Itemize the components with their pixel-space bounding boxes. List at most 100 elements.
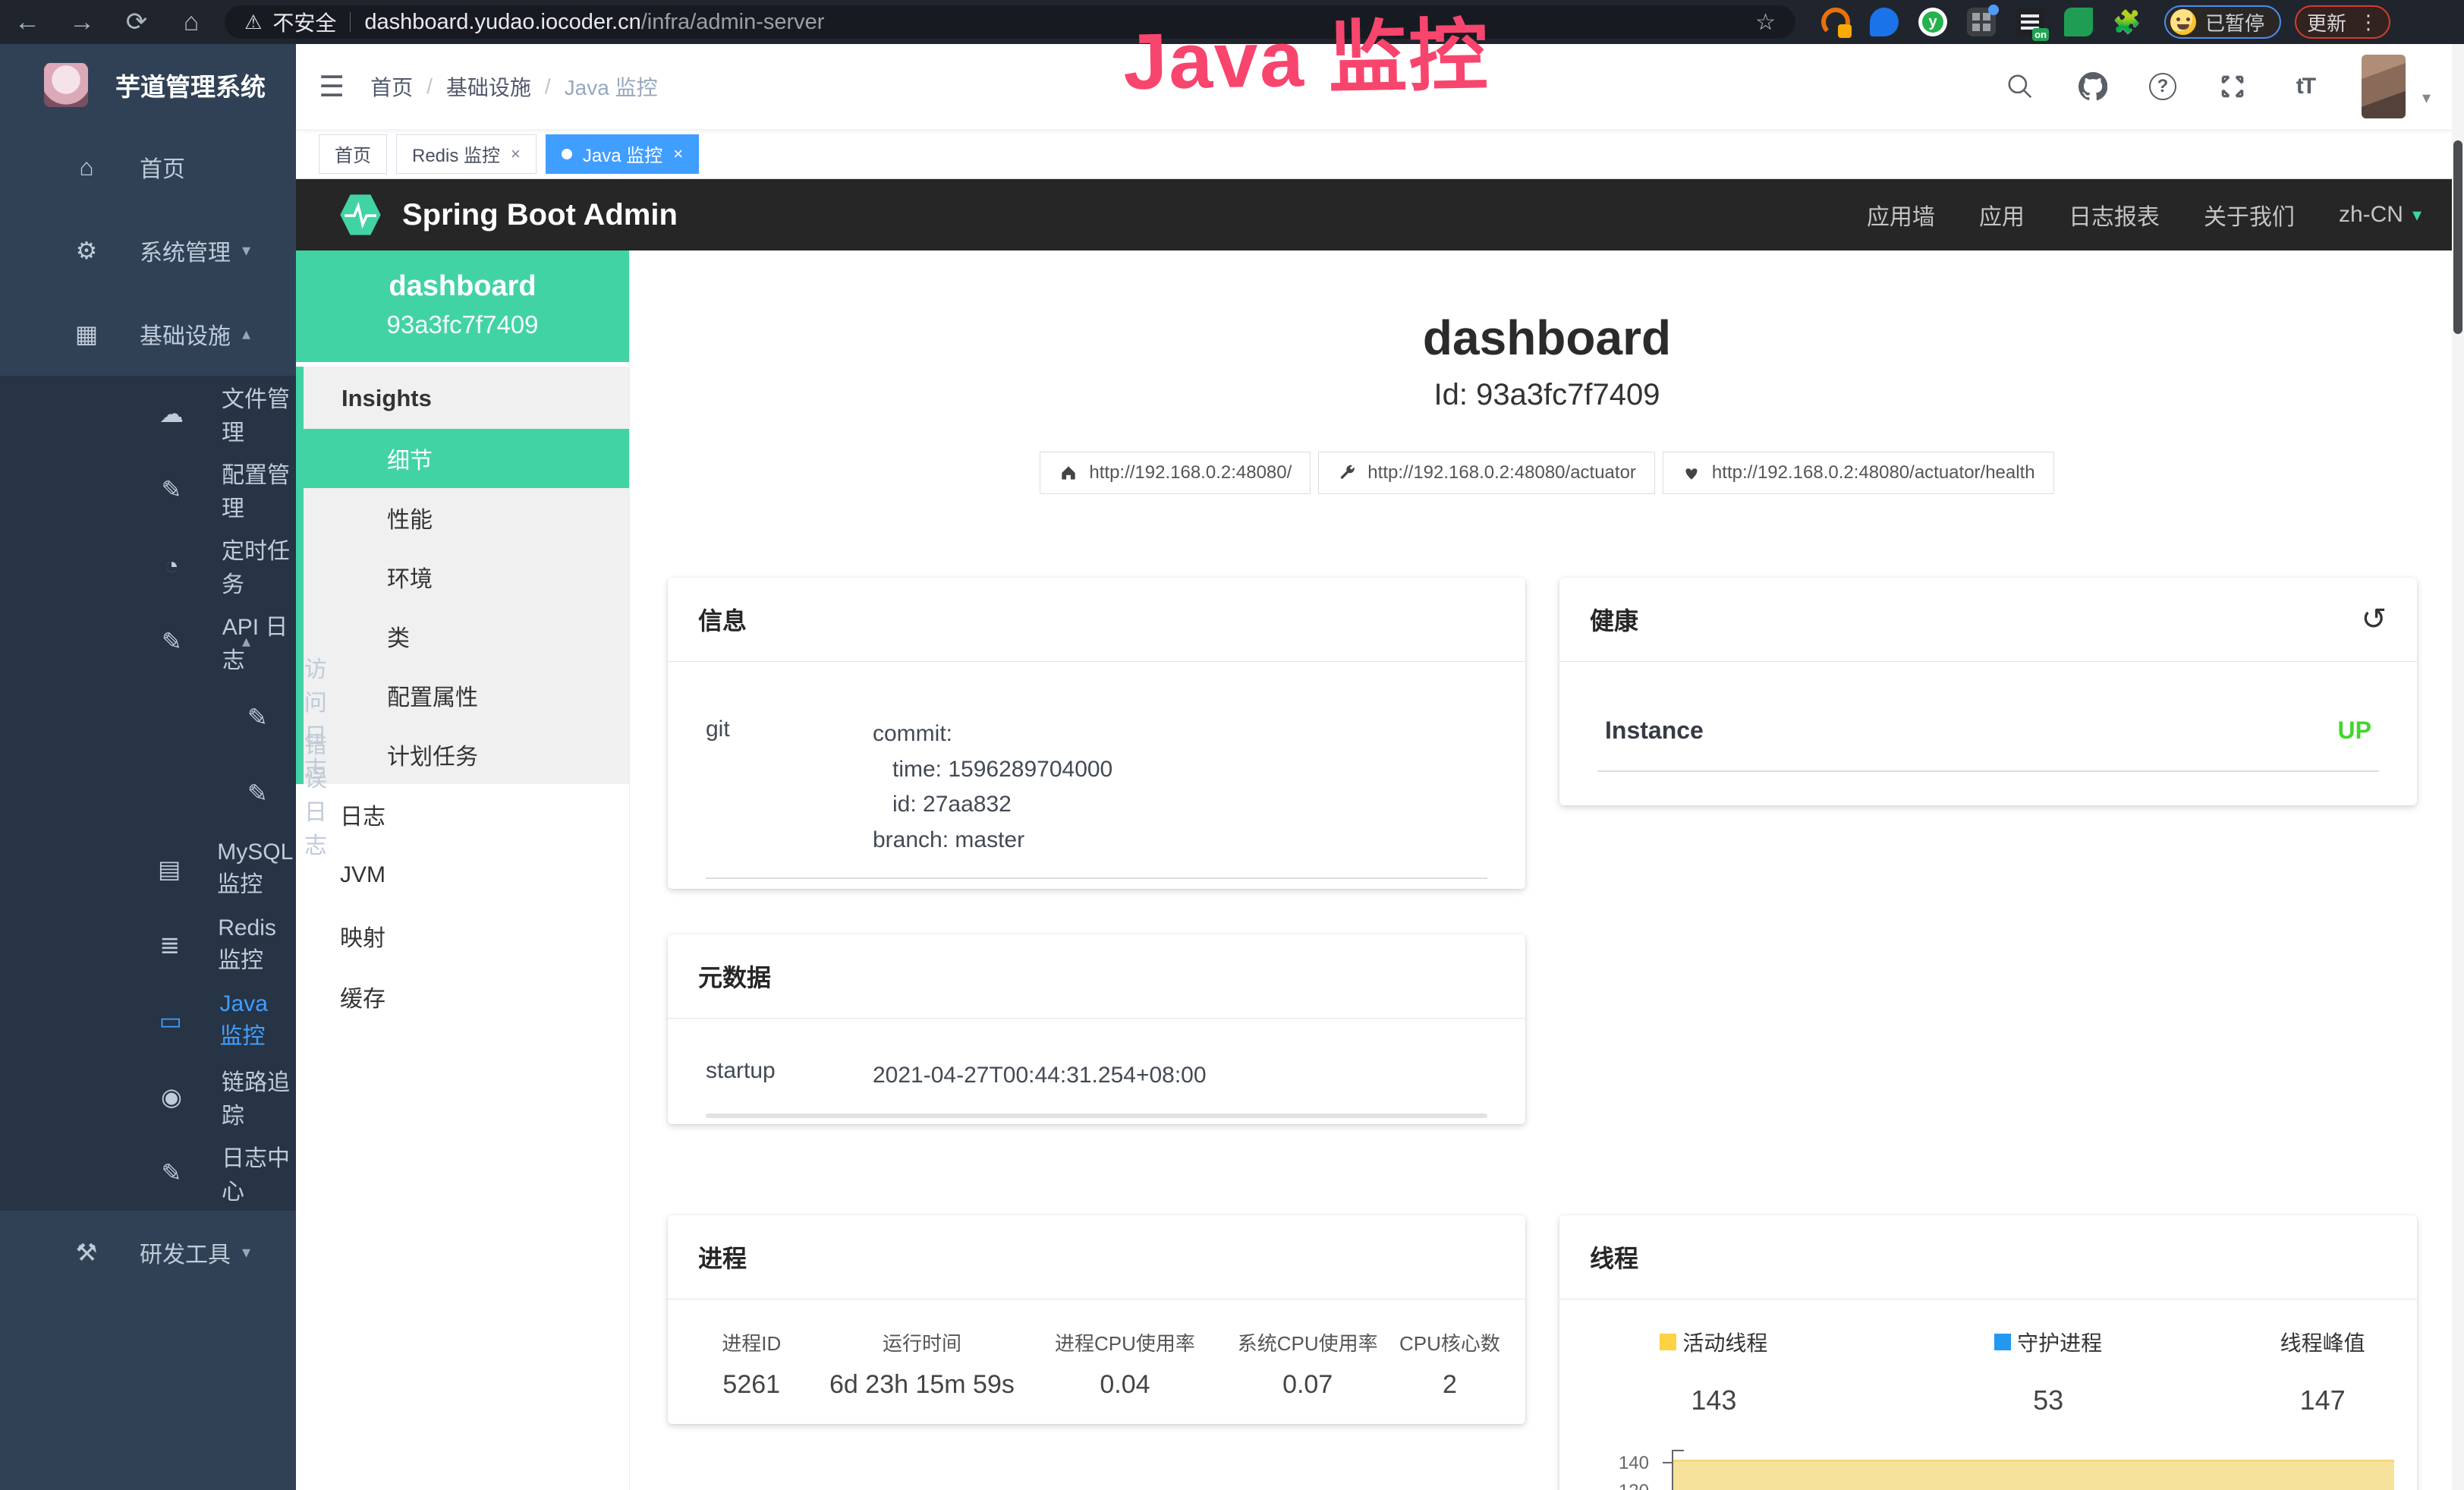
menu-item-environment[interactable]: 环境 [304,547,629,606]
github-icon[interactable] [2076,70,2110,103]
startup-value: 2021-04-27T00:44:31.254+08:00 [873,1058,1207,1094]
spring-boot-admin-logo [338,193,382,237]
sidebar-item-label: 链路追踪 [222,1063,296,1130]
app-title: 芋道管理系统 [115,67,266,103]
tag-redis-monitor[interactable]: Redis 监控 × [396,134,537,174]
extension-y-icon[interactable]: y [1918,8,1947,36]
dashboard-icon: ⌂ [70,153,103,181]
menu-item-caches[interactable]: 缓存 [296,966,629,1027]
extension-list-icon[interactable]: on [2016,8,2044,36]
sidebar-item-tracing[interactable]: ◉ 链路追踪 [0,1059,296,1135]
insights-group: Insights 细节 性能 环境 类 配置属性 计划任务 [296,367,629,784]
address-bar[interactable]: ⚠ 不安全 dashboard.yudao.iocoder.cn/infra/a… [225,5,1795,39]
browser-update-button[interactable]: 更新 ⋮ [2295,5,2390,39]
sidebar-item-scheduled-jobs[interactable]: ◔ 定时任务 [0,528,296,603]
cards-grid: 信息 git commit: time: 1596289704000 id: 2… [668,578,2417,1490]
not-secure-warning-icon: ⚠ [244,11,262,34]
blue-swatch [1994,1334,2011,1350]
menu-item-config-props[interactable]: 配置属性 [304,666,629,725]
sba-nav-journal[interactable]: 日志报表 [2069,198,2160,232]
extension-grid-icon[interactable] [1967,8,1996,36]
instance-header[interactable]: dashboard 93a3fc7f7409 [296,250,629,362]
sidebar-item-mysql-monitor[interactable]: ▤ MySQL 监控 [0,831,296,907]
sidebar-item-redis-monitor[interactable]: ≣ Redis 监控 [0,907,296,983]
extension-colorzilla-icon[interactable] [1821,8,1850,36]
health-url-button[interactable]: http://192.168.0.2:48080/actuator/health [1663,452,2054,494]
menu-item-logs[interactable]: 日志 [296,784,629,845]
sidebar-item-infrastructure[interactable]: ▦ 基础设施 ▴ [0,292,296,376]
sba-brand-title[interactable]: Spring Boot Admin [402,198,678,232]
extension-leaf-icon[interactable] [2064,8,2093,36]
eye-icon: ◉ [158,1082,185,1111]
sba-nav-applications[interactable]: 应用 [1979,198,2025,232]
extensions-puzzle-icon[interactable]: 🧩 [2113,8,2141,36]
fullscreen-icon[interactable] [2216,70,2249,103]
sidebar-item-api-logs[interactable]: ✎ API 日志 ▴ [0,603,296,679]
sidebar-item-label: 日志中心 [222,1139,296,1206]
sidebar-item-label: 定时任务 [222,532,296,599]
menu-item-classes[interactable]: 类 [304,606,629,666]
browser-home-button[interactable]: ⌂ [164,8,219,37]
sidebar-item-config-mgmt[interactable]: ✎ 配置管理 [0,452,296,528]
browser-reload-button[interactable]: ⟳ [109,7,164,37]
sidebar-item-file-mgmt[interactable]: ☁ 文件管理 [0,376,296,452]
browser-back-button[interactable]: ← [0,8,55,37]
close-icon[interactable]: × [511,144,521,164]
actuator-url-button[interactable]: http://192.168.0.2:48080/actuator [1318,452,1655,494]
close-icon[interactable]: × [673,144,683,164]
page-scrollbar[interactable] [2452,44,2464,1490]
bookmark-star-icon[interactable]: ☆ [1755,9,1776,36]
menu-item-jvm[interactable]: JVM [296,845,629,906]
startup-label: startup [706,1058,873,1094]
browser-forward-button[interactable]: → [55,8,109,37]
scrollbar-thumb[interactable] [2453,140,2462,334]
font-size-icon[interactable]: tT [2289,70,2322,103]
sidebar-item-java-monitor[interactable]: ▭ Java 监控 [0,983,296,1059]
status-badge: UP [2338,717,2371,745]
user-caret-icon[interactable]: ▾ [2422,88,2431,108]
tag-label: Java 监控 [583,140,662,167]
sidebar-item-dev-tools[interactable]: ⚒ 研发工具 ▾ [0,1211,296,1294]
sba-nav-wallboard[interactable]: 应用墙 [1867,198,1935,232]
sba-nav-about[interactable]: 关于我们 [2204,198,2295,232]
user-avatar[interactable] [2362,55,2406,118]
sidebar-item-log-center[interactable]: ✎ 日志中心 [0,1135,296,1211]
gear-icon: ⚙ [70,236,103,265]
app-logo-block[interactable]: 芋道管理系统 [0,44,296,125]
system-cpu-value: 0.07 [1218,1370,1396,1400]
chevron-down-icon: ▾ [242,1243,250,1262]
breadcrumb-infrastructure[interactable]: 基础设施 [446,71,531,102]
service-url: http://192.168.0.2:48080/ [1089,462,1292,484]
sidebar-item-system-mgmt[interactable]: ⚙ 系统管理 ▾ [0,209,296,292]
profile-paused-button[interactable]: 已暂停 [2164,5,2281,39]
divider [350,12,351,32]
menu-item-scheduled-tasks[interactable]: 计划任务 [304,725,629,784]
y-axis [1672,1450,1684,1451]
history-icon[interactable]: ↺ [2361,604,2387,635]
search-icon[interactable] [2003,70,2037,103]
sidebar-item-access-logs[interactable]: ✎ 访问日志 [0,679,296,755]
locale-selector[interactable]: zh-CN ▾ [2339,202,2422,228]
horizontal-scrollbar[interactable] [706,1114,1487,1118]
hamburger-icon[interactable]: ☰ [319,70,345,104]
instance-health-row: Instance UP [1559,717,2417,745]
not-secure-label[interactable]: 不安全 [272,7,336,37]
url-text[interactable]: dashboard.yudao.iocoder.cn/infra/admin-s… [364,10,824,35]
menu-item-details[interactable]: 细节 [304,429,629,488]
sidebar-item-home[interactable]: ⌂ 首页 [0,125,296,209]
tags-view: 首页 Redis 监控 × Java 监控 × [296,129,2464,179]
browser-menu-icon[interactable]: ⋮ [2359,17,2378,27]
help-icon[interactable]: ? [2149,73,2176,100]
menu-item-mappings[interactable]: 映射 [296,906,629,966]
breadcrumb-home[interactable]: 首页 [370,71,413,102]
extension-pin-icon[interactable] [1870,8,1899,36]
header-actions: ? tT ▾ [2003,55,2431,118]
service-url-button[interactable]: http://192.168.0.2:48080/ [1040,452,1311,494]
tag-home[interactable]: 首页 [319,134,387,174]
menu-item-metrics[interactable]: 性能 [304,488,629,547]
instance-links: http://192.168.0.2:48080/ http://192.168… [630,452,2464,494]
sidebar-item-error-logs[interactable]: ✎ 错误日志 [0,755,296,831]
divider [1597,770,2379,772]
app-header: ☰ 首页 / 基础设施 / Java 监控 ? tT [296,44,2464,129]
tag-java-monitor[interactable]: Java 监控 × [546,134,699,174]
